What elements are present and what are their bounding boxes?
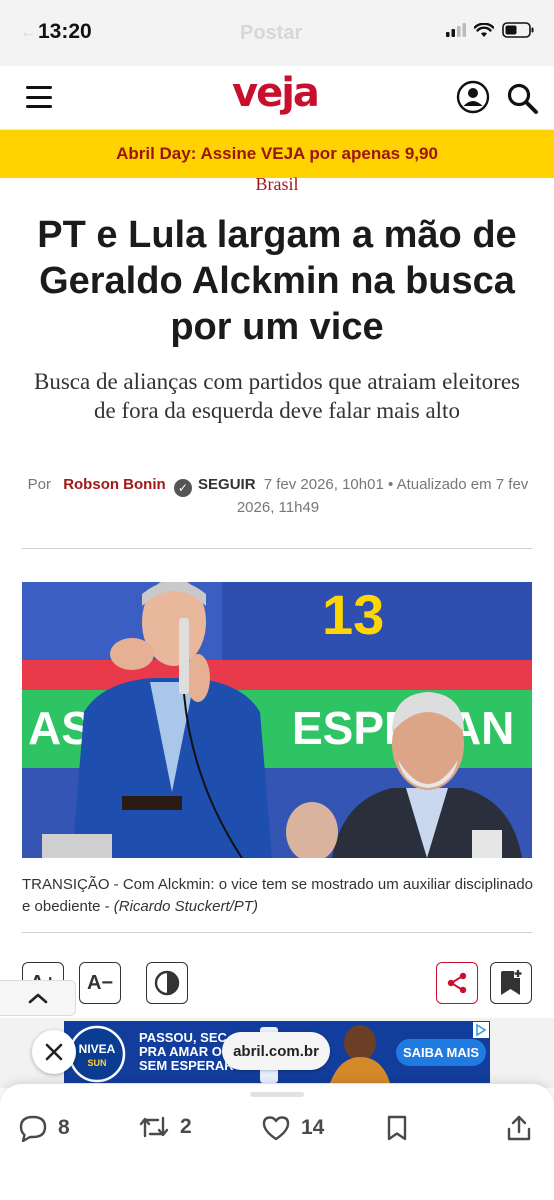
save-article-button[interactable] bbox=[490, 962, 532, 1004]
follow-button[interactable]: SEGUIR bbox=[198, 476, 256, 493]
publish-date: 7 fev 2026, 10h01 • Atualizado em 7 fev … bbox=[236, 476, 529, 516]
promo-banner[interactable]: Abril Day: Assine VEJA por apenas 9,90 bbox=[0, 130, 554, 178]
ad-copy-line: PASSOU, SEC bbox=[139, 1030, 227, 1045]
sheet-handle[interactable] bbox=[250, 1092, 304, 1097]
promo-text: Abril Day: Assine VEJA por apenas 9,90 bbox=[116, 144, 438, 163]
divider bbox=[22, 548, 532, 549]
photo-caption: TRANSIÇÃO - Com Alckmin: o vice tem se m… bbox=[22, 874, 534, 918]
bookmark-button[interactable] bbox=[384, 1114, 410, 1142]
user-icon[interactable] bbox=[456, 80, 490, 114]
upload-share-icon bbox=[507, 1115, 531, 1141]
heart-icon bbox=[262, 1116, 290, 1141]
share-icon bbox=[447, 972, 467, 994]
ad-brand-sub: SUN bbox=[87, 1058, 106, 1068]
ad-choices-icon[interactable] bbox=[473, 1022, 489, 1038]
contrast-icon bbox=[154, 970, 180, 996]
byline: Por Robson Bonin ✓ SEGUIR 7 fev 2026, 10… bbox=[22, 474, 534, 519]
search-icon[interactable] bbox=[505, 81, 539, 115]
ad-close-button[interactable] bbox=[32, 1030, 76, 1074]
verified-check-icon: ✓ bbox=[173, 479, 192, 497]
status-icons bbox=[446, 22, 534, 38]
font-decrease-button[interactable]: A− bbox=[79, 962, 121, 1004]
repost-icon bbox=[139, 1116, 169, 1138]
status-time: 13:20 bbox=[38, 20, 92, 43]
ad-copy: PASSOU, SEC PRA AMAR O SEM ESPERAR bbox=[139, 1031, 234, 1073]
article-subheadline: Busca de alianças com partidos que atrai… bbox=[34, 369, 520, 423]
post-action-bar: 8 2 14 bbox=[0, 1084, 554, 1200]
share-post-button[interactable] bbox=[505, 1114, 533, 1142]
reply-icon bbox=[19, 1115, 47, 1142]
ad-copy-line: PRA AMAR O bbox=[139, 1044, 222, 1059]
collapse-ad-button[interactable] bbox=[0, 980, 76, 1016]
like-count: 14 bbox=[301, 1116, 325, 1139]
back-arrow-icon: ← bbox=[20, 24, 36, 41]
repost-button[interactable]: 2 bbox=[138, 1114, 192, 1140]
ad-copy-line: SEM ESPERAR bbox=[139, 1058, 234, 1073]
share-button[interactable] bbox=[436, 962, 478, 1004]
article-category[interactable]: Brasil bbox=[0, 174, 554, 195]
article-headline: PT e Lula largam a mão de Geraldo Alckmi… bbox=[37, 214, 517, 348]
reply-button[interactable]: 8 bbox=[18, 1114, 70, 1142]
post-title-ghost: Postar bbox=[240, 22, 303, 44]
like-button[interactable]: 14 bbox=[261, 1114, 324, 1142]
contrast-button[interactable] bbox=[146, 962, 188, 1004]
caption-tag: TRANSIÇÃO - bbox=[22, 876, 123, 893]
photo-credit: (Ricardo Stuckert/PT) bbox=[113, 898, 258, 915]
author-link[interactable]: Robson Bonin bbox=[63, 476, 165, 493]
photo-number: 13 bbox=[322, 583, 384, 646]
ad-brand-text: NIVEA bbox=[79, 1042, 116, 1056]
veja-logo[interactable]: veja bbox=[232, 70, 320, 116]
ad-domain-pill[interactable]: abril.com.br bbox=[222, 1032, 330, 1070]
menu-icon[interactable] bbox=[26, 86, 52, 108]
chevron-up-icon bbox=[28, 993, 47, 1004]
site-header: veja bbox=[0, 66, 554, 130]
close-icon bbox=[45, 1043, 63, 1061]
bookmark-icon bbox=[387, 1115, 407, 1141]
reply-count: 8 bbox=[58, 1116, 70, 1139]
wifi-icon bbox=[474, 22, 494, 37]
photo-illustration: 13 AS ESPERAN bbox=[22, 582, 532, 858]
status-bar: ← 13:20 Postar bbox=[0, 0, 554, 66]
signal-icon bbox=[446, 23, 466, 37]
bookmark-add-icon bbox=[501, 970, 522, 995]
repost-count: 2 bbox=[180, 1115, 192, 1138]
byline-prefix: Por bbox=[27, 476, 52, 493]
article-photo[interactable]: 13 AS ESPERAN bbox=[22, 582, 532, 858]
ad-cta-button[interactable]: SAIBA MAIS bbox=[396, 1039, 486, 1066]
battery-icon bbox=[502, 22, 534, 38]
divider bbox=[22, 932, 532, 933]
